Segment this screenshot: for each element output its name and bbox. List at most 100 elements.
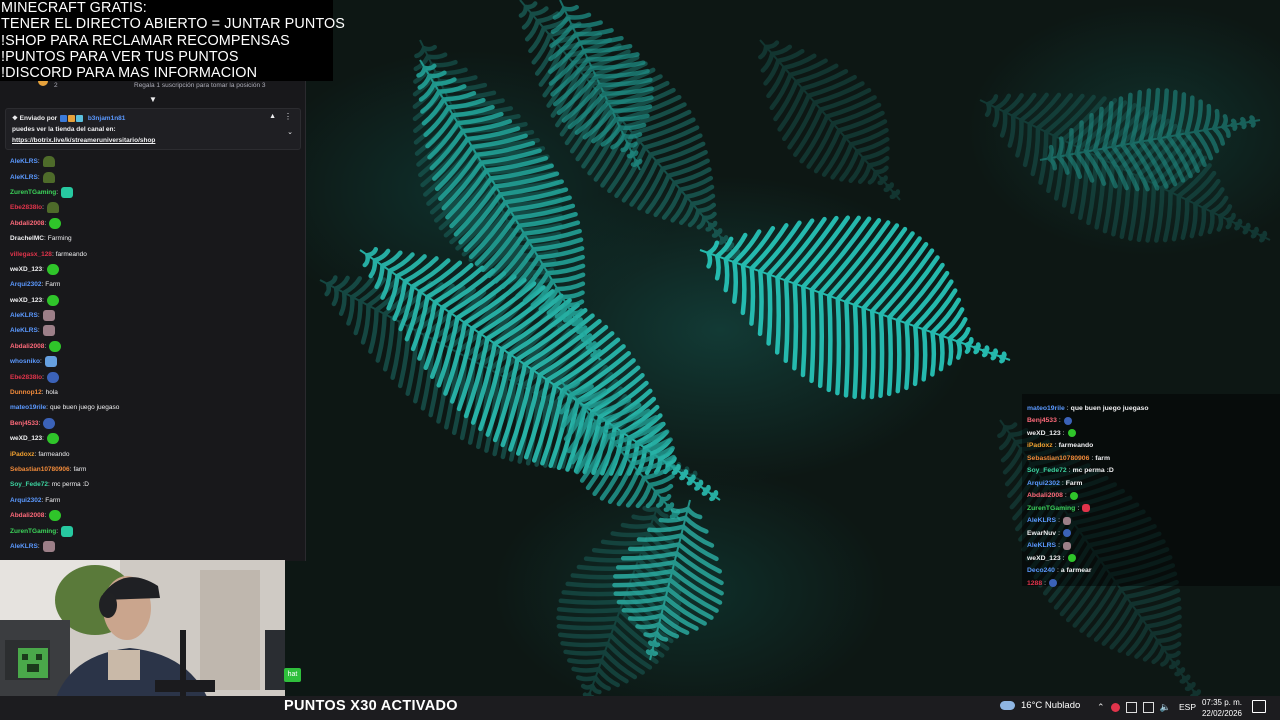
- chat-message: Dunnop12: hola: [10, 385, 300, 400]
- chat-username[interactable]: Soy_Fede72: [10, 481, 48, 488]
- pinned-text: puedes ver la tienda del canal en:: [12, 126, 116, 133]
- chevron-down-icon[interactable]: ⌄: [287, 128, 293, 136]
- chat-username[interactable]: Ebe2838lo: [10, 204, 42, 211]
- emote-icon: [46, 202, 59, 214]
- emote-icon: [42, 156, 55, 168]
- overlay-line: TENER EL DIRECTO ABIERTO = JUNTAR PUNTOS: [1, 16, 345, 33]
- chat-message: weXD_123:: [1027, 552, 1148, 565]
- chat-username[interactable]: mateo19rile: [10, 404, 46, 411]
- chat-username[interactable]: ZurenTGaming: [10, 528, 56, 535]
- chat-username[interactable]: Abdali2008: [10, 512, 44, 519]
- chat-username[interactable]: ZurenTGaming: [1027, 505, 1075, 512]
- chat-separator: :: [39, 358, 42, 366]
- gift-sub-prompt[interactable]: Regala 1 suscripción para tomar la posic…: [134, 82, 266, 89]
- chat-username[interactable]: AleKLRS: [1027, 542, 1056, 549]
- notification-icon[interactable]: [1252, 700, 1266, 713]
- chat-message: AleKLRS:: [10, 308, 300, 323]
- chat-message: iPadoxz: farmeando: [1027, 440, 1148, 453]
- more-options-icon[interactable]: ⋮: [284, 112, 292, 121]
- weather-widget[interactable]: 16°C Nublado: [1000, 700, 1080, 711]
- chat-username[interactable]: Abdali2008: [10, 220, 44, 227]
- chat-separator: :: [34, 450, 37, 458]
- pin-small-icon: ❖: [12, 115, 20, 122]
- chat-username[interactable]: weXD_123: [10, 435, 42, 442]
- chat-username[interactable]: weXD_123: [1027, 555, 1061, 562]
- chat-message: Abdali2008:: [10, 216, 300, 231]
- chat-username[interactable]: Arqui2302: [1027, 480, 1060, 487]
- chat-separator: :: [42, 373, 44, 381]
- pinned-username[interactable]: b3njam1n81: [88, 115, 126, 122]
- chat-username[interactable]: weXD_123: [10, 266, 42, 273]
- chat-username[interactable]: AleKLRS: [10, 312, 38, 319]
- pinned-message: ❖ Enviado por b3njam1n81 puedes ver la t…: [5, 108, 301, 150]
- chat-separator: :: [1077, 504, 1080, 512]
- gift-leaderboard[interactable]: 2 Regala 1 suscripción para tomar la pos…: [0, 81, 305, 95]
- collapse-arrow-icon[interactable]: ▼: [149, 95, 157, 104]
- chat-separator: :: [37, 327, 40, 335]
- chat-username[interactable]: villegasx_128: [10, 251, 52, 258]
- chat-message: weXD_123:: [10, 262, 300, 277]
- record-icon[interactable]: [1110, 703, 1120, 712]
- chat-username[interactable]: Abdali2008: [10, 343, 44, 350]
- chat-username[interactable]: AleKLRS: [1027, 517, 1056, 524]
- chat-separator: :: [41, 281, 44, 289]
- chat-message: Soy_Fede72: mc perma :D: [1027, 465, 1148, 478]
- chat-separator: :: [1054, 442, 1057, 450]
- pin-icon[interactable]: ▲: [269, 113, 276, 120]
- chat-username[interactable]: weXD_123: [1027, 430, 1061, 437]
- chat-message: Deco240: a farmear: [1027, 565, 1148, 578]
- chat-username[interactable]: Dunnop12: [10, 389, 42, 396]
- chat-button[interactable]: hat: [284, 668, 301, 682]
- chat-text: farm: [1095, 454, 1110, 462]
- chat-username[interactable]: whosniko: [10, 358, 40, 365]
- chat-username[interactable]: AleKLRS: [10, 327, 38, 334]
- chat-username[interactable]: DrachelMC: [10, 235, 44, 242]
- chat-message: ZurenTGaming:: [10, 523, 300, 538]
- chat-username[interactable]: weXD_123: [10, 297, 42, 304]
- chat-username[interactable]: AleKLRS: [10, 543, 38, 550]
- weather-text: 16°C Nublado: [1021, 700, 1081, 711]
- volume-icon[interactable]: 🔈: [1160, 702, 1171, 713]
- chevron-up-icon[interactable]: ⌃: [1097, 702, 1105, 713]
- chat-username[interactable]: AleKLRS: [10, 158, 38, 165]
- chat-overlay-list: mateo19rile: que buen juego juegaso Benj45…: [1027, 402, 1148, 590]
- chat-message: AleKLRS:: [10, 539, 300, 554]
- chat-username[interactable]: Arqui2302: [10, 497, 41, 504]
- chat-username[interactable]: Benj4533: [1027, 417, 1057, 424]
- language-indicator[interactable]: ESP: [1179, 702, 1196, 712]
- chat-username[interactable]: AleKLRS: [10, 174, 38, 181]
- chat-username[interactable]: Arqui2302: [10, 281, 41, 288]
- chat-username[interactable]: Benj4533: [10, 420, 39, 427]
- chat-message: mateo19rile: que buen juego juegaso: [1027, 402, 1148, 415]
- chat-message: mateo19rile: que buen juego juegaso: [10, 400, 300, 415]
- chat-username[interactable]: Ebe2838lo: [10, 374, 42, 381]
- chat-username[interactable]: Sebastian10780906: [1027, 455, 1089, 462]
- network-icon[interactable]: [1142, 702, 1154, 713]
- clock-date: 22/02/2026: [1201, 709, 1243, 718]
- chat-username[interactable]: Abdali2008: [1027, 492, 1063, 499]
- chat-username[interactable]: Deco240: [1027, 567, 1055, 574]
- chat-username[interactable]: 1288: [1027, 580, 1042, 587]
- chat-username[interactable]: ZurenTGaming: [10, 189, 56, 196]
- chat-username[interactable]: Soy_Fede72: [1027, 467, 1067, 474]
- taskbar: [0, 696, 1280, 720]
- chat-username[interactable]: iPadoxz: [10, 451, 35, 458]
- badge-icon: [76, 114, 84, 122]
- chat-separator: :: [42, 296, 44, 304]
- chat-separator: :: [1058, 417, 1061, 425]
- emote-icon: [1062, 516, 1071, 525]
- emote-icon: [49, 217, 62, 229]
- chat-message: Benj4533:: [1027, 415, 1148, 428]
- chat-text: Farm: [45, 281, 61, 289]
- chat-username[interactable]: mateo19rile: [1027, 405, 1065, 412]
- chat-username[interactable]: iPadoxz: [1027, 442, 1053, 449]
- chat-username[interactable]: EwarNuv: [1027, 530, 1056, 537]
- chat-text: hola: [45, 389, 58, 397]
- clock[interactable]: 07:35 p. m. 22/02/2026: [1200, 697, 1244, 719]
- app-tray-icon[interactable]: [1125, 702, 1137, 713]
- pinned-link[interactable]: https://botrix.live/k/streameruniversita…: [12, 137, 155, 144]
- chat-separator: :: [1091, 454, 1094, 462]
- emote-icon: [49, 340, 62, 352]
- chat-username[interactable]: Sebastian10780906: [10, 466, 70, 473]
- chat-separator: :: [37, 158, 40, 166]
